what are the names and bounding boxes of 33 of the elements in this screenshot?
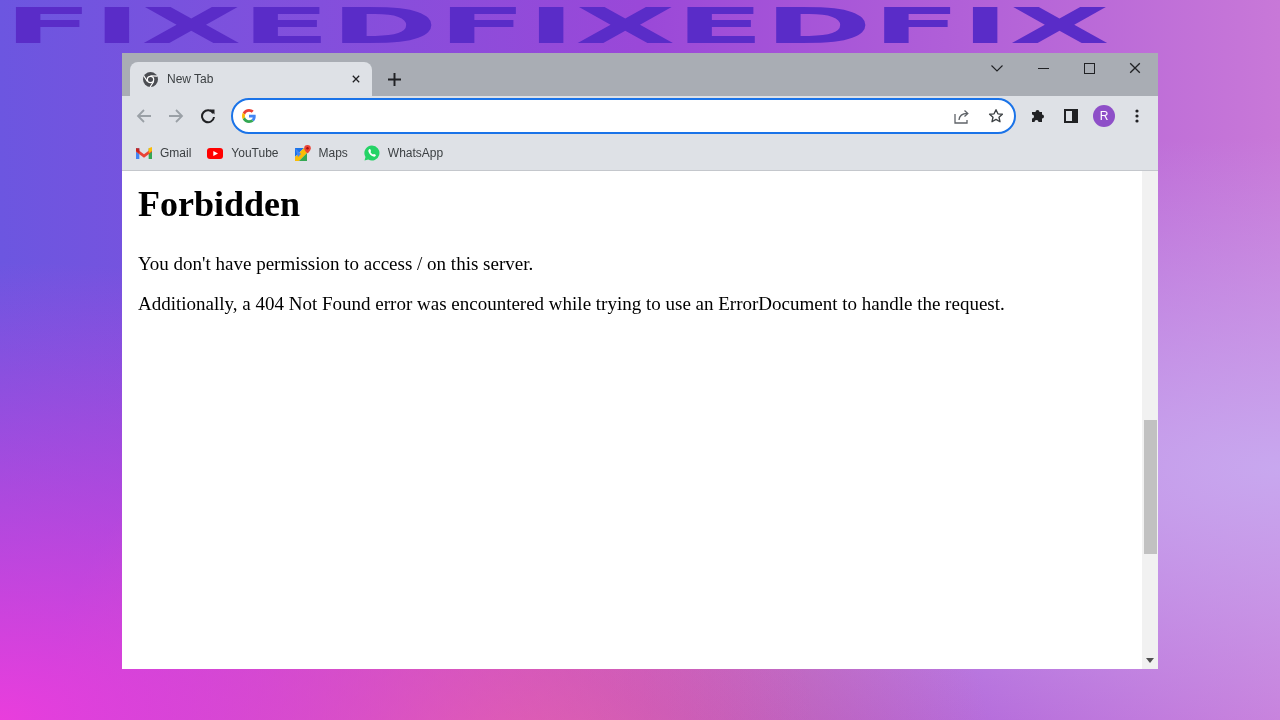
menu-icon bbox=[1135, 109, 1139, 123]
share-icon bbox=[954, 108, 970, 124]
maps-logo-icon bbox=[294, 145, 311, 161]
address-field[interactable] bbox=[231, 98, 1016, 134]
star-icon bbox=[988, 108, 1004, 124]
scrollbar-thumb[interactable] bbox=[1143, 420, 1157, 554]
arrow-right-icon bbox=[168, 108, 184, 124]
puzzle-icon bbox=[1030, 108, 1046, 124]
bookmark-link[interactable]: Gmail bbox=[130, 140, 198, 166]
gmail-logo-icon bbox=[136, 147, 152, 159]
youtube-logo-icon bbox=[207, 147, 224, 159]
scrollbar-track[interactable] bbox=[1142, 171, 1158, 669]
maximize-icon bbox=[1083, 62, 1095, 74]
whatsapp-logo-icon bbox=[363, 145, 380, 161]
bookmark-link[interactable]: Maps bbox=[288, 140, 354, 166]
close-icon bbox=[1129, 62, 1141, 74]
chevron-down-icon bbox=[991, 64, 1003, 72]
arrow-left-icon bbox=[136, 108, 152, 124]
side-panel-icon bbox=[1064, 109, 1078, 123]
chrome-logo-icon bbox=[143, 71, 158, 87]
error-message: You don't have permission to access / on this server. bbox=[138, 253, 534, 275]
profile-avatar[interactable]: R bbox=[1093, 105, 1115, 127]
reload-icon bbox=[200, 108, 216, 124]
browser-tab[interactable]: New Tab bbox=[130, 62, 372, 96]
scroll-down-arrow-icon bbox=[1146, 657, 1154, 663]
plus-icon bbox=[387, 72, 401, 86]
google-g-icon bbox=[242, 109, 256, 123]
close-icon bbox=[352, 75, 360, 83]
bookmark-link[interactable]: WhatsApp bbox=[357, 140, 450, 166]
bookmark-link[interactable]: YouTube bbox=[201, 140, 285, 166]
minimize-icon bbox=[1037, 67, 1049, 69]
error-message: Additionally, a 404 Not Found error was encountered while trying to use an ErrorDocument to handle the request. bbox=[138, 293, 1005, 315]
page-heading: Forbidden bbox=[138, 183, 301, 225]
